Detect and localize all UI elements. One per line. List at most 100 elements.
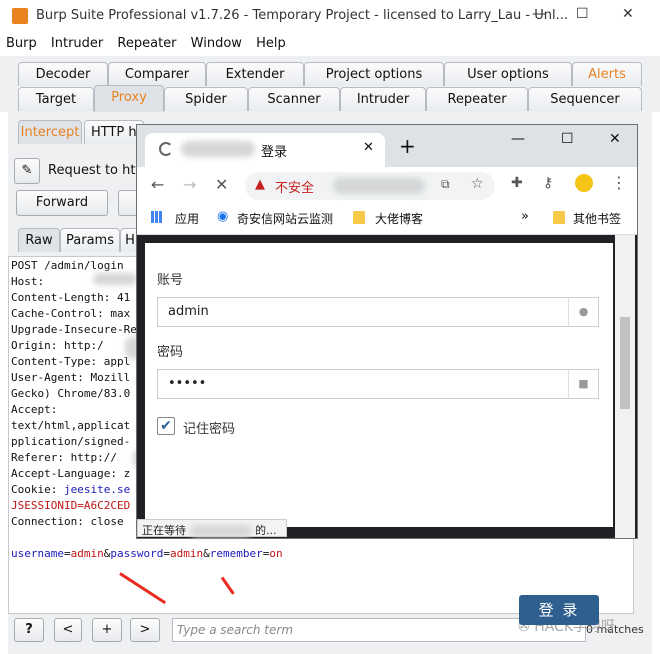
request-line: Connection: close: [11, 515, 124, 528]
help-button[interactable]: ?: [14, 618, 44, 642]
password-field[interactable]: ••••• ■: [157, 369, 599, 399]
next-button[interactable]: >: [130, 618, 160, 642]
apps-icon[interactable]: [151, 211, 163, 223]
tab-raw[interactable]: Raw: [18, 228, 60, 252]
param-value: on: [269, 547, 283, 560]
prev-button[interactable]: <: [54, 618, 82, 642]
cookie-key: Cookie:: [11, 483, 64, 496]
menu-repeater[interactable]: Repeater: [117, 32, 176, 51]
extensions-icon[interactable]: ✚: [511, 175, 523, 191]
menu-dots-icon[interactable]: ⋮: [611, 173, 627, 192]
param-key: remember: [209, 547, 263, 560]
star-icon[interactable]: ☆: [471, 176, 484, 192]
loading-spinner-icon: [159, 142, 173, 156]
forward-button[interactable]: Forward: [16, 190, 108, 216]
request-line: JSESSIONID=A6C2CED: [11, 499, 131, 512]
request-line: Content-Length: 41: [11, 291, 131, 304]
request-line: Gecko) Chrome/83.0: [11, 387, 131, 400]
bookmark-other[interactable]: 其他书签: [573, 210, 621, 227]
browser-close-icon[interactable]: ✕: [609, 131, 621, 147]
tab-sequencer[interactable]: Sequencer: [528, 87, 642, 111]
menu-burp[interactable]: Burp: [6, 32, 37, 51]
request-label: Request to http: [48, 163, 149, 178]
browser-window: 登录 ✕ + — ☐ ✕ ← → ✕ ▲ 不安全 ⧉ ☆ ✚ ⚷ ⋮ 应用 ◉ …: [136, 124, 638, 625]
folder-icon: [553, 211, 565, 224]
forward-icon[interactable]: →: [183, 175, 196, 194]
tab-repeater[interactable]: Repeater: [426, 87, 528, 111]
password-label: 密码: [157, 345, 184, 360]
folder-icon: [353, 211, 365, 224]
tab-params[interactable]: Params: [60, 228, 120, 252]
request-line: Cache-Control: max: [11, 307, 131, 320]
tab-proxy[interactable]: Proxy: [94, 85, 164, 112]
login-page: 账号 admin ● 密码 ••••• ■ ✔ 记住密码 登 录: [145, 243, 613, 625]
site-icon: ◉: [217, 209, 229, 224]
tab-extender[interactable]: Extender: [206, 62, 304, 86]
bookmark-monitor[interactable]: 奇安信网站云监测: [237, 210, 333, 227]
remember-label: 记住密码: [183, 422, 236, 437]
bookmark-apps[interactable]: 应用: [175, 210, 199, 227]
address-bar: ← → ✕ ▲ 不安全 ⧉ ☆ ✚ ⚷ ⋮: [137, 167, 637, 203]
tab-decoder[interactable]: Decoder: [18, 62, 108, 86]
add-button[interactable]: +: [92, 618, 122, 642]
main-tabs: Decoder Comparer Extender Project option…: [0, 56, 660, 112]
request-line: pplication/signed-: [11, 435, 131, 448]
menu-help[interactable]: Help: [256, 32, 286, 51]
request-line: Cookie: jeesite.se: [11, 483, 130, 496]
remember-checkbox[interactable]: ✔: [157, 417, 175, 435]
redacted-blur: [181, 141, 255, 157]
tab-spider[interactable]: Spider: [164, 87, 248, 111]
tab-intruder[interactable]: Intruder: [340, 87, 426, 111]
request-line: Accept:: [11, 403, 58, 416]
insecure-label: 不安全: [275, 181, 315, 196]
title-bar: Burp Suite Professional v1.7.26 - Tempor…: [0, 0, 660, 32]
menu-intruder[interactable]: Intruder: [51, 32, 103, 51]
tab-scanner[interactable]: Scanner: [248, 87, 340, 111]
login-button[interactable]: 登 录: [519, 595, 599, 625]
request-line: POST /admin/login: [11, 259, 124, 272]
back-icon[interactable]: ←: [151, 175, 164, 194]
username-field[interactable]: admin ●: [157, 297, 599, 327]
browser-tab[interactable]: 登录 ✕: [145, 133, 385, 167]
request-body: username=admin&password=admin&remember=o…: [11, 547, 283, 560]
bookmarks-overflow[interactable]: »: [521, 209, 529, 224]
bookmark-blog[interactable]: 大佬博客: [375, 210, 423, 227]
tab-target[interactable]: Target: [18, 87, 94, 111]
maximize-icon[interactable]: ☐: [576, 6, 589, 22]
request-line: User-Agent: Mozill: [11, 371, 131, 384]
tab-intercept[interactable]: Intercept: [18, 120, 82, 144]
url-field[interactable]: ▲ 不安全 ⧉ ☆: [245, 172, 495, 200]
edit-icon[interactable]: ✎: [14, 158, 40, 184]
menu-window[interactable]: Window: [191, 32, 242, 51]
menu-bar: Burp Intruder Repeater Window Help: [0, 32, 660, 56]
tab-http-history[interactable]: HTTP hi: [84, 120, 144, 144]
profile-avatar-icon[interactable]: [575, 174, 593, 192]
tab-user-options[interactable]: User options: [444, 62, 572, 86]
bookmarks-bar: 应用 ◉ 奇安信网站云监测 大佬博客 » 其他书签: [137, 203, 637, 235]
scrollbar[interactable]: [615, 235, 635, 538]
new-tab-icon[interactable]: +: [399, 136, 416, 156]
request-line: Accept-Language: z: [11, 467, 131, 480]
burp-logo-icon: [12, 8, 28, 24]
tab-alerts[interactable]: Alerts: [572, 62, 642, 86]
close-icon[interactable]: ✕: [622, 6, 634, 22]
request-line: Upgrade-Insecure-Re: [11, 323, 137, 336]
key-icon[interactable]: ⚷: [543, 175, 553, 191]
redacted-blur: [333, 178, 425, 194]
request-line: Origin: http:/: [11, 339, 104, 352]
translate-icon[interactable]: ⧉: [441, 177, 450, 192]
tab-title: 登录: [261, 145, 288, 160]
tab-project-options[interactable]: Project options: [304, 62, 444, 86]
tab-close-icon[interactable]: ✕: [363, 140, 374, 155]
username-label: 账号: [157, 273, 184, 288]
param-key: password: [110, 547, 164, 560]
browser-minimize-icon[interactable]: —: [511, 131, 525, 147]
password-value: •••••: [168, 376, 207, 391]
scrollbar-thumb[interactable]: [620, 317, 630, 409]
minimize-icon[interactable]: —: [532, 6, 546, 22]
tab-comparer[interactable]: Comparer: [108, 62, 206, 86]
stop-icon[interactable]: ✕: [215, 175, 228, 194]
warning-icon: ▲: [255, 177, 265, 192]
drop-button[interactable]: [118, 190, 138, 216]
browser-maximize-icon[interactable]: ☐: [561, 131, 574, 147]
